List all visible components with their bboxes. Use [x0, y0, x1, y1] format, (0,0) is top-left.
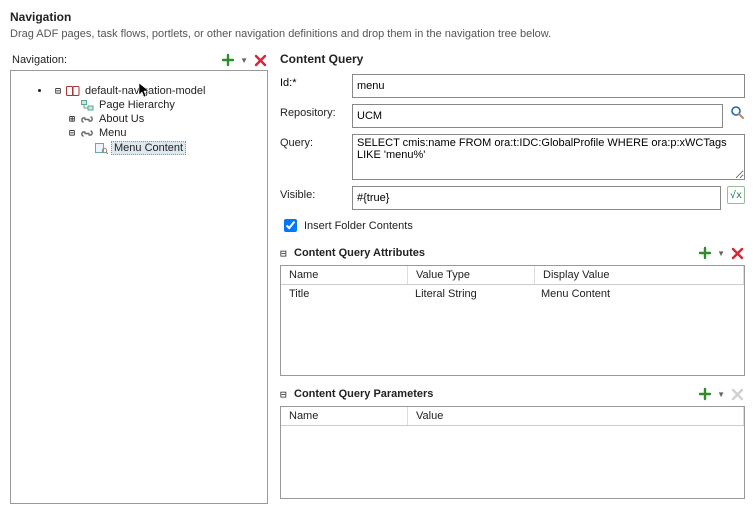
link-icon [80, 113, 94, 125]
id-input[interactable] [352, 74, 745, 98]
content-query-heading: Content Query [280, 52, 745, 66]
parameters-heading: Content Query Parameters [294, 388, 433, 400]
attributes-col-display-value: Display Value [535, 266, 744, 284]
expression-builder-button[interactable]: √x [727, 186, 745, 204]
page-title: Navigation [10, 10, 745, 24]
collapse-icon[interactable]: ⊟ [53, 86, 63, 97]
visible-label: Visible: [280, 186, 352, 201]
attributes-delete-button[interactable] [729, 245, 745, 261]
navigation-label: Navigation: [10, 54, 67, 66]
attributes-add-menu-caret[interactable]: ▼ [717, 249, 725, 258]
page-description: Drag ADF pages, task flows, portlets, or… [10, 28, 745, 40]
query-label: Query: [280, 134, 352, 149]
tree-node-page-hierarchy[interactable]: ⊞ Page Hierarchy [65, 98, 267, 112]
tree-node-label: Page Hierarchy [97, 99, 177, 111]
attributes-heading: Content Query Attributes [294, 247, 425, 259]
repository-browse-button[interactable] [729, 104, 745, 120]
attributes-col-value-type: Value Type [408, 266, 535, 284]
parameters-col-name: Name [281, 407, 408, 425]
attributes-col-name: Name [281, 266, 408, 284]
collapse-icon[interactable]: ⊟ [67, 128, 77, 139]
tree-node-menu[interactable]: ⊟ Menu [65, 126, 267, 140]
book-icon [66, 85, 80, 97]
parameters-collapse-toggle[interactable]: ⊟ [280, 388, 290, 401]
content-query-icon [94, 142, 108, 154]
visible-input[interactable] [352, 186, 721, 210]
delete-node-button[interactable] [252, 52, 268, 68]
attributes-collapse-toggle[interactable]: ⊟ [280, 247, 290, 260]
expand-icon[interactable]: ⊞ [67, 114, 77, 125]
tree-node-about-us[interactable]: ⊞ About Us [65, 112, 267, 126]
parameters-add-button[interactable] [697, 386, 713, 402]
tree-node-label: Menu Content [111, 141, 186, 155]
tree-node-label: About Us [97, 113, 146, 125]
repository-input[interactable] [352, 104, 723, 128]
attributes-cell-display-value: Menu Content [533, 285, 744, 303]
link-icon [80, 127, 94, 139]
repository-label: Repository: [280, 104, 352, 119]
attributes-cell-name: Title [281, 285, 407, 303]
parameters-add-menu-caret[interactable]: ▼ [717, 390, 725, 399]
parameters-col-value: Value [408, 407, 744, 425]
page-tree-icon [80, 99, 94, 111]
tree-node-label: Menu [97, 127, 129, 139]
insert-folder-contents-label: Insert Folder Contents [304, 220, 413, 232]
tree-node-menu-content[interactable]: ⊞ Menu Content [79, 140, 267, 156]
id-label: Id:* [280, 74, 352, 89]
tree-node-label: default-navigation-model [83, 85, 207, 97]
parameters-delete-button[interactable] [729, 386, 745, 402]
add-node-menu-caret[interactable]: ▼ [240, 56, 248, 65]
attributes-row[interactable]: Title Literal String Menu Content [281, 285, 744, 303]
attributes-add-button[interactable] [697, 245, 713, 261]
insert-folder-contents-checkbox[interactable] [284, 219, 297, 232]
query-textarea[interactable] [352, 134, 745, 180]
add-node-button[interactable] [220, 52, 236, 68]
tree-node-root[interactable]: ⊟ default-navigation-model [51, 84, 267, 98]
attributes-cell-value-type: Literal String [407, 285, 533, 303]
